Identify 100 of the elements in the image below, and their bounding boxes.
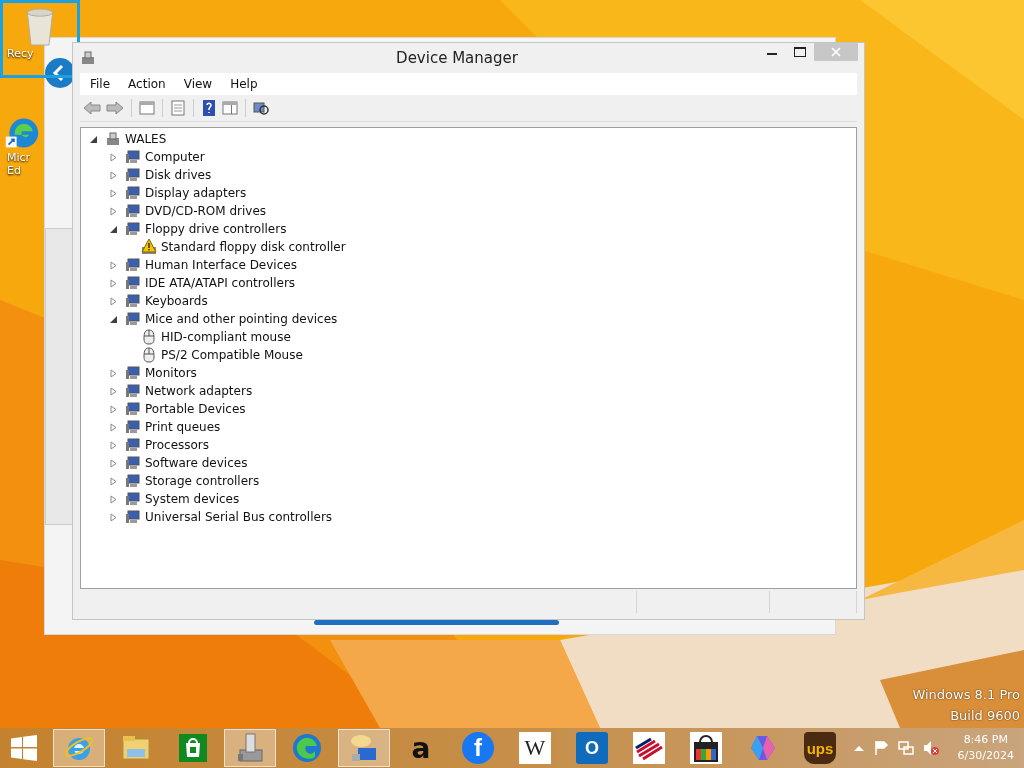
flag-icon[interactable] (872, 740, 889, 756)
logo-letter: f (462, 732, 494, 764)
tree-item[interactable]: WALES (125, 132, 167, 146)
logo-letter: a (410, 732, 432, 764)
tree-item[interactable]: HID-compliant mouse (161, 330, 291, 344)
expand-arrow-icon[interactable] (109, 458, 118, 468)
expand-arrow-icon[interactable] (109, 368, 118, 378)
device-icon (125, 167, 141, 183)
tree-item[interactable]: Standard floppy disk controller (161, 240, 346, 254)
close-icon (831, 47, 841, 57)
tree-item[interactable]: Display adapters (145, 186, 247, 200)
tree-item[interactable]: PS/2 Compatible Mouse (161, 348, 303, 362)
back-arrow-icon[interactable] (83, 100, 101, 116)
device-icon (125, 437, 141, 453)
expand-arrow-icon[interactable] (109, 170, 118, 180)
device-icon (125, 149, 141, 165)
browser-icon (291, 732, 323, 764)
expand-arrow-icon[interactable] (109, 206, 118, 216)
menu-item[interactable]: Help (220, 77, 266, 91)
tree-item[interactable]: Print queues (145, 420, 221, 434)
shortcut-label: Recy (7, 47, 34, 60)
taskbar-app-button[interactable]: W (509, 729, 561, 767)
tree-item[interactable]: Computer (145, 150, 205, 164)
shortcut-label: Micr Ed (7, 151, 31, 177)
expand-arrow-icon[interactable] (109, 152, 118, 162)
expand-arrow-icon[interactable] (109, 260, 118, 270)
tree-item[interactable]: Disk drives (145, 168, 212, 182)
maximize-icon (794, 47, 806, 57)
expand-arrow-icon[interactable] (109, 512, 118, 522)
expand-arrow-icon[interactable] (109, 404, 118, 414)
device-icon (125, 491, 141, 507)
menu-item[interactable]: View (173, 77, 221, 91)
device-icon (125, 293, 141, 309)
expand-arrow-icon[interactable] (109, 494, 118, 504)
device-icon (125, 509, 141, 525)
tree-item[interactable]: Processors (145, 438, 210, 452)
computer-icon (105, 131, 121, 147)
expand-arrow-icon[interactable] (109, 386, 118, 396)
expand-arrow-icon[interactable] (109, 278, 118, 288)
clock-date: 6/30/2024 (957, 748, 1014, 764)
tree-item[interactable]: IDE ATA/ATAPI controllers (145, 276, 296, 290)
tree-item[interactable]: Portable Devices (145, 402, 246, 416)
tree-item[interactable]: Floppy drive controllers (145, 222, 287, 236)
device-icon (125, 365, 141, 381)
striped-flag-icon (633, 732, 665, 764)
device-icon (125, 221, 141, 237)
store-bag-icon (177, 732, 209, 764)
tree-item[interactable]: Software devices (145, 456, 248, 470)
device-icon (125, 455, 141, 471)
device-icon (125, 419, 141, 435)
device-icon (125, 383, 141, 399)
shopping-bag-icon (690, 732, 722, 764)
logo-letter: W (519, 732, 551, 764)
list-icon[interactable] (170, 100, 186, 116)
network-icon[interactable] (897, 740, 914, 756)
window-title: Device Manager (396, 49, 518, 67)
device-icon (125, 401, 141, 417)
tree-item[interactable]: Mice and other pointing devices (145, 312, 338, 326)
device-icon (125, 275, 141, 291)
clock-time: 8:46 PM (963, 732, 1008, 748)
expand-arrow-icon[interactable] (109, 422, 118, 432)
forward-arrow-icon[interactable] (106, 100, 124, 116)
tree-item[interactable]: Storage controllers (145, 474, 260, 488)
menu-item[interactable]: Action (118, 77, 174, 91)
window-icon[interactable] (139, 100, 155, 116)
tree-item[interactable]: DVD/CD-ROM drives (145, 204, 267, 218)
device-icon (125, 203, 141, 219)
expand-arrow-icon[interactable] (109, 476, 118, 486)
collapse-arrow-icon[interactable] (109, 314, 118, 324)
expand-arrow-icon[interactable] (109, 188, 118, 198)
collapse-arrow-icon[interactable] (89, 134, 98, 144)
tree-item[interactable]: System devices (145, 492, 240, 506)
tree-item[interactable]: Monitors (145, 366, 197, 380)
logo-letter: ups (804, 732, 836, 764)
taskbar-app-button[interactable]: f (452, 729, 504, 767)
menu-item[interactable]: File (80, 77, 119, 91)
device-icon (125, 257, 141, 273)
expand-arrow-icon[interactable] (109, 440, 118, 450)
window-icon[interactable] (222, 100, 238, 116)
tree-item[interactable]: Human Interface Devices (145, 258, 297, 272)
device-icon (125, 185, 141, 201)
app-icon (80, 50, 96, 66)
collapse-arrow-icon[interactable] (109, 224, 118, 234)
tree-item[interactable]: Universal Serial Bus controllers (145, 510, 333, 524)
tree-item[interactable]: Network adapters (145, 384, 253, 398)
expand-arrow-icon[interactable] (109, 296, 118, 306)
logo-letter: O (576, 732, 608, 764)
windows-logo-icon (11, 735, 37, 761)
device-icon (125, 311, 141, 327)
taskbar-app-button[interactable]: O (566, 729, 618, 767)
os-version-text: Windows 8.1 Pro (912, 686, 1020, 704)
show-hidden-icons-icon[interactable] (853, 745, 864, 751)
speaker-muted-icon[interactable] (922, 740, 939, 756)
device-icon (125, 473, 141, 489)
tree-item[interactable]: Keyboards (145, 294, 208, 308)
help-icon[interactable] (201, 100, 217, 116)
os-version-text: Build 9600 (950, 707, 1020, 725)
taskbar-app-button[interactable]: ups (794, 729, 846, 767)
taskbar-app-button[interactable]: a (395, 729, 447, 767)
scan-hardware-icon[interactable] (253, 100, 269, 116)
